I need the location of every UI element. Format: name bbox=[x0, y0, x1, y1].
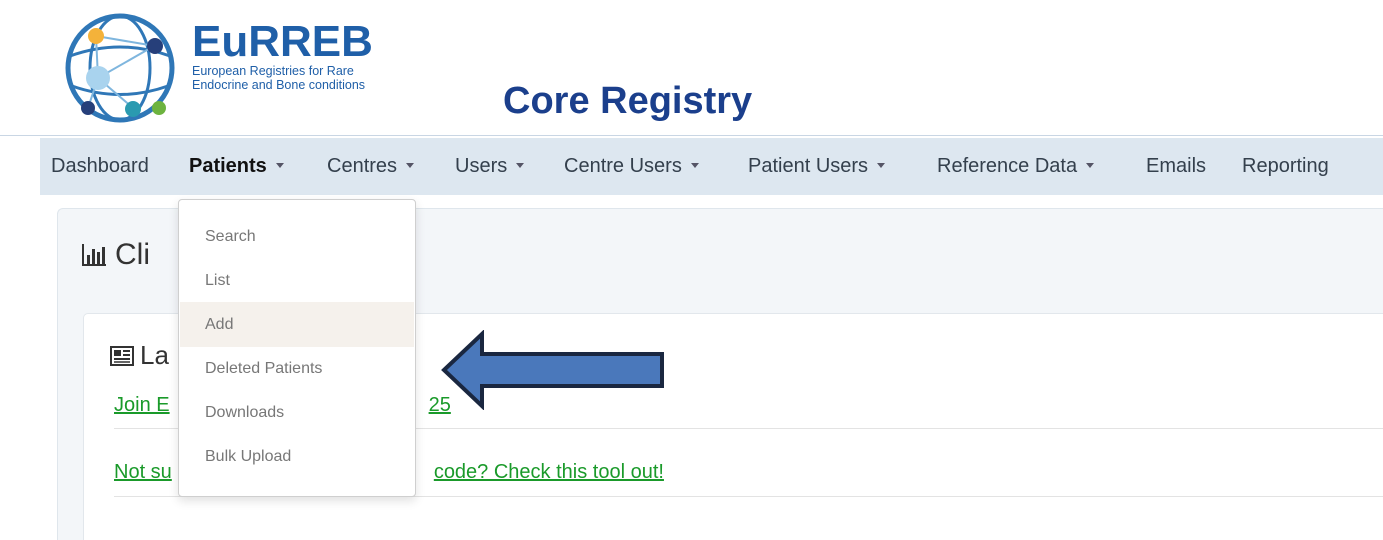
menu-item-search[interactable]: Search bbox=[180, 214, 414, 259]
caret-down-icon bbox=[1086, 163, 1095, 168]
logo-subtitle-line1: European Registries for Rare bbox=[192, 64, 354, 78]
menu-item-downloads[interactable]: Downloads bbox=[180, 390, 414, 435]
caret-down-icon bbox=[516, 163, 525, 168]
nav-centre-users-label: Centre Users bbox=[564, 155, 682, 177]
nav-centres-label: Centres bbox=[327, 155, 398, 177]
nav-users[interactable]: Users bbox=[455, 138, 525, 195]
nav-users-label: Users bbox=[455, 155, 508, 177]
caret-down-icon bbox=[877, 163, 886, 168]
site-title: Core Registry bbox=[503, 80, 753, 122]
bar-chart-icon bbox=[82, 244, 106, 266]
nav-emails-label: Emails bbox=[1146, 155, 1207, 177]
news-link-code-tool-start: Not su bbox=[114, 461, 172, 483]
news-title-text: La bbox=[140, 340, 169, 370]
page-title-start: Cli bbox=[115, 238, 150, 271]
news-link-join-start: Join E bbox=[114, 394, 170, 416]
menu-item-list[interactable]: List bbox=[180, 258, 414, 303]
caret-down-icon bbox=[690, 163, 699, 168]
logo-subtitle-line2: Endocrine and Bone conditions bbox=[192, 78, 366, 92]
nav-dashboard-label: Dashboard bbox=[51, 155, 149, 177]
patients-dropdown-menu: Search List Add Deleted Patients Downloa… bbox=[178, 199, 416, 497]
nav-patients[interactable]: Patients bbox=[189, 138, 284, 195]
nav-patient-users[interactable]: Patient Users bbox=[748, 138, 886, 195]
nav-patients-label: Patients bbox=[189, 155, 267, 177]
menu-item-deleted-patients[interactable]: Deleted Patients bbox=[180, 346, 414, 391]
news-link-code-tool-end: code? Check this tool out! bbox=[433, 461, 664, 483]
main-navbar: Dashboard Patients Centres Users Centre … bbox=[40, 138, 1383, 195]
arrow-left-annotation-icon bbox=[441, 330, 664, 410]
nav-reference-data-label: Reference Data bbox=[937, 155, 1078, 177]
nav-emails[interactable]: Emails bbox=[1146, 138, 1206, 195]
nav-reporting-label: Reporting bbox=[1242, 155, 1329, 177]
menu-item-bulk-upload[interactable]: Bulk Upload bbox=[180, 434, 414, 479]
news-title: La bbox=[110, 340, 169, 371]
nav-reporting[interactable]: Reporting bbox=[1242, 138, 1329, 195]
menu-item-add[interactable]: Add bbox=[180, 302, 414, 347]
header-divider bbox=[0, 135, 1383, 136]
site-header: EuRREB European Registries for Rare Endo… bbox=[0, 0, 1383, 136]
caret-down-icon bbox=[406, 163, 415, 168]
newspaper-icon bbox=[110, 346, 134, 366]
nav-centre-users[interactable]: Centre Users bbox=[564, 138, 699, 195]
nav-patient-users-label: Patient Users bbox=[748, 155, 869, 177]
nav-dashboard[interactable]: Dashboard bbox=[51, 138, 149, 195]
globe-network-logo-icon bbox=[65, 13, 175, 123]
nav-centres[interactable]: Centres bbox=[327, 138, 415, 195]
logo-brand: EuRREB bbox=[192, 17, 373, 66]
caret-down-icon bbox=[275, 163, 284, 168]
nav-reference-data[interactable]: Reference Data bbox=[937, 138, 1095, 195]
logo-wordmark: EuRREB European Registries for Rare Endo… bbox=[192, 17, 373, 93]
